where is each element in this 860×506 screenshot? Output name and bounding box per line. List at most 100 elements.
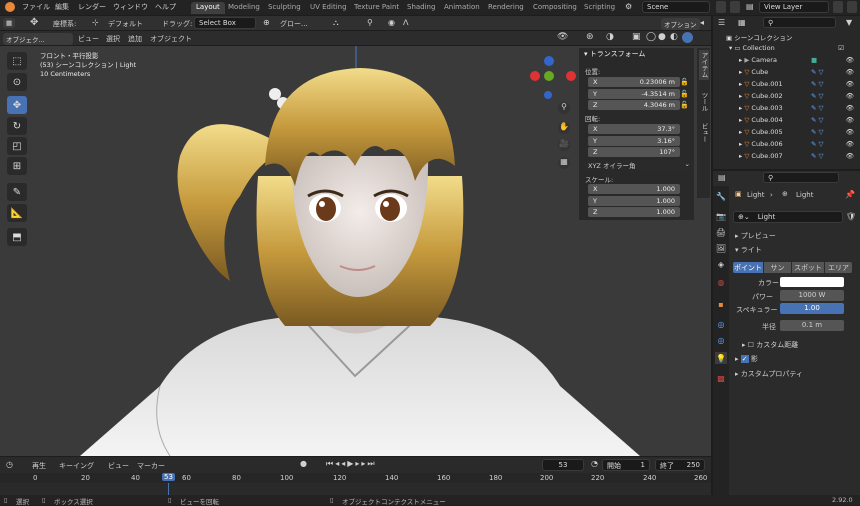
outliner-item-cube-002[interactable]: ▸ ▽ Cube.002 ✎ ▽ 👁 <box>713 92 860 104</box>
xray-icon[interactable]: ▣ <box>632 32 641 42</box>
pivot-icon[interactable]: ⊕ <box>263 18 270 27</box>
delete-scene-icon[interactable] <box>730 1 740 13</box>
workspace-tab-modeling[interactable]: Modeling <box>223 2 265 14</box>
coord-dropdown[interactable]: デフォルト <box>108 19 143 29</box>
workspace-tab-rendering[interactable]: Rendering <box>483 2 529 14</box>
menu-help[interactable]: ヘルプ <box>155 2 176 12</box>
zoom-icon[interactable]: ⚲ <box>558 102 570 114</box>
snapping-icon[interactable]: ⚲ <box>367 18 373 27</box>
scale-tool[interactable]: ◰ <box>7 137 27 155</box>
new-view-layer-icon[interactable] <box>833 1 843 13</box>
annotate-tool[interactable]: ✎ <box>7 183 27 201</box>
render-tab-icon[interactable]: 📷 <box>715 210 727 222</box>
radius-field[interactable]: 0.1 m <box>780 320 844 331</box>
workspace-tab-animation[interactable]: Animation <box>439 2 485 14</box>
options-dropdown[interactable]: オプション <box>661 18 700 30</box>
scale-z-field[interactable]: Z 1.000 <box>588 207 680 217</box>
outliner-item-cube-001[interactable]: ▸ ▽ Cube.001 ✎ ▽ 👁 <box>713 80 860 92</box>
rendered-shading-icon[interactable] <box>682 32 693 43</box>
menu-select[interactable]: 選択 <box>106 34 120 44</box>
menu-view[interactable]: ビュー <box>78 34 99 44</box>
workspace-tab-uv[interactable]: UV Editing <box>305 2 352 14</box>
menu-file[interactable]: ファイル <box>22 2 50 12</box>
scene-icon[interactable]: ⚙ <box>625 2 632 11</box>
workspace-tab-shading[interactable]: Shading <box>402 2 440 14</box>
menu-playback[interactable]: 再生 <box>32 461 46 471</box>
gizmo-x-axis[interactable] <box>566 71 576 81</box>
falloff-icon[interactable]: ᐱ <box>403 18 408 27</box>
power-field[interactable]: 1000 W <box>780 290 844 301</box>
constraints-tab-icon[interactable]: ◎ <box>715 334 727 346</box>
workspace-tab-compositing[interactable]: Compositing <box>528 2 582 14</box>
fake-user-icon[interactable]: 🛡 <box>846 212 856 221</box>
end-frame-field[interactable]: 終了 250 <box>655 459 705 471</box>
gizmo-z-neg[interactable] <box>544 91 552 99</box>
filter-icon[interactable]: ▼ <box>846 18 852 27</box>
specular-slider[interactable]: 1.00 <box>780 303 844 314</box>
light-data-block[interactable]: ⊕⌄ Light <box>733 211 843 223</box>
timeline-editor-icon[interactable]: ◷ <box>6 460 13 469</box>
current-frame-field[interactable]: 53 <box>542 459 584 471</box>
scene-field[interactable]: Scene <box>642 1 710 13</box>
texture-tab-icon[interactable]: ▩ <box>715 372 727 384</box>
record-icon[interactable]: ● <box>300 459 307 468</box>
outliner-item-cube-003[interactable]: ▸ ▽ Cube.003 ✎ ▽ 👁 <box>713 104 860 116</box>
tool-tab-icon[interactable]: 🔧 <box>715 190 727 202</box>
drag-dropdown[interactable]: Select Box <box>194 17 256 29</box>
output-tab-icon[interactable]: 🖨 <box>715 226 727 238</box>
light-color-swatch[interactable] <box>780 277 844 287</box>
physics-tab-icon[interactable]: ◎ <box>715 318 727 330</box>
properties-editor-icon[interactable]: ▤ <box>718 173 726 182</box>
outliner-search[interactable]: ⚲ <box>763 17 836 28</box>
menu-edit[interactable]: 編集 <box>55 2 69 12</box>
tab-view[interactable]: ビュー <box>699 123 709 143</box>
light-type-sun[interactable]: サン <box>764 262 791 273</box>
view-layer-field[interactable]: View Layer <box>759 1 829 13</box>
preview-panel[interactable]: ▸ プレビュー <box>735 231 776 241</box>
gizmo-icon[interactable]: ⊛ <box>586 32 594 42</box>
shadow-panel[interactable]: ▸ ✓ 影 <box>735 354 758 364</box>
light-panel[interactable]: ▾ ライト <box>735 245 762 255</box>
measure-tool[interactable]: 📐 <box>7 204 27 222</box>
gizmo-x-neg[interactable] <box>530 71 540 81</box>
rotation-mode-dropdown[interactable]: XYZ オイラー角 ⌄ <box>584 160 694 170</box>
location-y-field[interactable]: Y -4.3514 m <box>588 89 680 99</box>
outliner-item-cube[interactable]: ▸ ▽ Cube ✎ ▽ 👁 <box>713 68 860 80</box>
playhead[interactable]: 53 <box>162 473 175 481</box>
workspace-tab-layout[interactable]: Layout <box>191 2 225 14</box>
move-tool[interactable]: ✥ <box>7 96 27 114</box>
gizmo-y-axis[interactable] <box>544 71 554 81</box>
scene-tab-icon[interactable]: ◈ <box>715 258 727 270</box>
gizmo-z-axis[interactable] <box>544 56 554 66</box>
world-tab-icon[interactable]: ◍ <box>715 276 727 288</box>
properties-search[interactable]: ⚲ <box>763 172 839 183</box>
wireframe-shading-icon[interactable]: ◯ <box>646 32 656 42</box>
rotate-tool[interactable]: ↻ <box>7 117 27 135</box>
menu-render[interactable]: レンダー <box>78 2 106 12</box>
lock-icon[interactable]: 🔓 <box>680 90 689 98</box>
rotation-y-field[interactable]: Y 3.16° <box>588 136 680 146</box>
overlay-icon[interactable]: ◑ <box>606 32 614 42</box>
display-mode-icon[interactable]: ▦ <box>738 18 746 27</box>
lock-icon[interactable]: 🔓 <box>680 101 689 109</box>
delete-view-layer-icon[interactable] <box>847 1 857 13</box>
view-layer-tab-icon[interactable]: 🖼 <box>715 242 727 254</box>
material-shading-icon[interactable]: ◐ <box>670 32 678 42</box>
add-cube-tool[interactable]: ⬒ <box>7 228 27 246</box>
pin-icon[interactable]: 📌 <box>845 190 855 199</box>
solid-shading-icon[interactable]: ● <box>658 32 666 42</box>
scale-y-field[interactable]: Y 1.000 <box>588 196 680 206</box>
outliner-item-cube-006[interactable]: ▸ ▽ Cube.006 ✎ ▽ 👁 <box>713 140 860 152</box>
outliner-item-cube-004[interactable]: ▸ ▽ Cube.004 ✎ ▽ 👁 <box>713 116 860 128</box>
ortho-grid-icon[interactable]: ▦ <box>558 157 570 169</box>
playback-controls[interactable]: ⏮◂◂▶▸▸⏭ <box>326 459 377 469</box>
outliner-item-cube-007[interactable]: ▸ ▽ Cube.007 ✎ ▽ 👁 <box>713 152 860 164</box>
outliner-item-camera[interactable]: ▸ ▶ Camera ■ 👁 <box>713 56 860 68</box>
custom-distance-panel[interactable]: ▸ ☐ カスタム距離 <box>742 340 798 350</box>
cursor-tool[interactable]: ⊙ <box>7 73 27 91</box>
snap-icon[interactable]: ⛬ <box>333 18 339 28</box>
menu-marker[interactable]: マーカー <box>137 461 165 471</box>
custom-properties-panel[interactable]: ▸ カスタムプロパティ <box>735 369 803 379</box>
start-frame-field[interactable]: 開始 1 <box>602 459 650 471</box>
rotation-z-field[interactable]: Z 107° <box>588 147 680 157</box>
